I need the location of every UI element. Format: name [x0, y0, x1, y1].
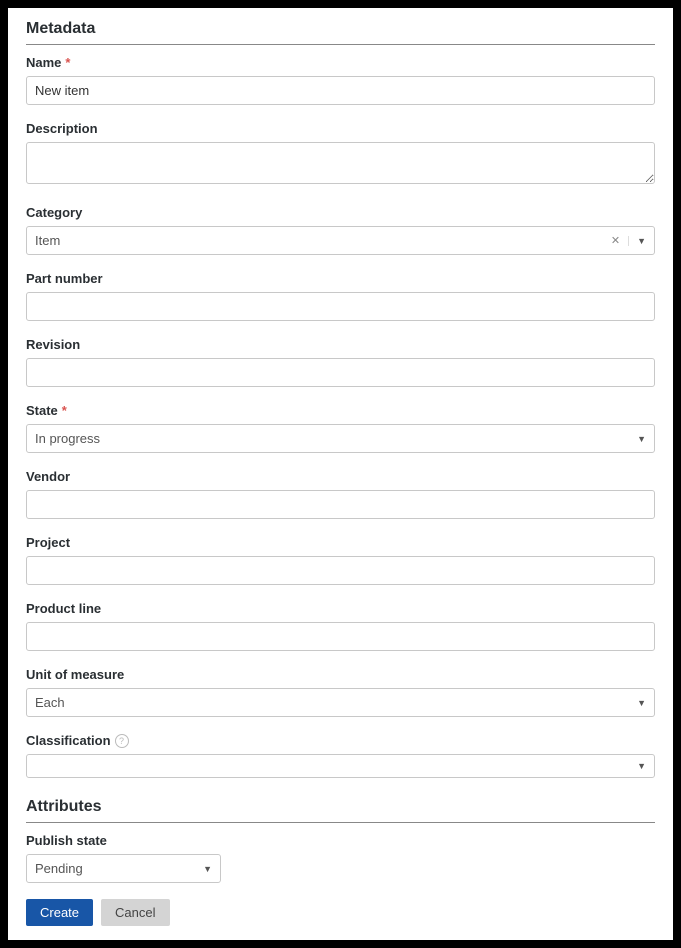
unit-of-measure-label: Unit of measure [26, 667, 655, 682]
description-input[interactable] [26, 142, 655, 184]
field-name: Name * [26, 55, 655, 105]
name-input[interactable] [26, 76, 655, 105]
revision-input[interactable] [26, 358, 655, 387]
category-select[interactable]: Item ✕ ▼ [26, 226, 655, 255]
help-icon[interactable]: ? [115, 734, 129, 748]
field-category: Category Item ✕ ▼ [26, 205, 655, 255]
required-marker: * [65, 55, 70, 70]
field-classification: Classification ? ▼ [26, 733, 655, 778]
attributes-section: Attributes Publish state Pending ▼ [26, 794, 655, 883]
classification-select[interactable]: ▼ [26, 754, 655, 778]
publish-state-value: Pending [35, 861, 197, 876]
chevron-down-icon: ▼ [631, 434, 646, 444]
part-number-label: Part number [26, 271, 655, 286]
revision-label-text: Revision [26, 337, 80, 352]
state-label: State * [26, 403, 655, 418]
state-value: In progress [35, 431, 631, 446]
part-number-input[interactable] [26, 292, 655, 321]
cancel-button[interactable]: Cancel [101, 899, 169, 926]
vendor-label-text: Vendor [26, 469, 70, 484]
field-product-line: Product line [26, 601, 655, 651]
publish-state-label: Publish state [26, 833, 655, 848]
field-state: State * In progress ▼ [26, 403, 655, 453]
name-label-text: Name [26, 55, 61, 70]
clear-icon[interactable]: ✕ [605, 234, 626, 247]
unit-of-measure-label-text: Unit of measure [26, 667, 124, 682]
product-line-label: Product line [26, 601, 655, 616]
field-unit-of-measure: Unit of measure Each ▼ [26, 667, 655, 717]
category-label-text: Category [26, 205, 82, 220]
create-button[interactable]: Create [26, 899, 93, 926]
required-marker: * [62, 403, 67, 418]
project-input[interactable] [26, 556, 655, 585]
field-vendor: Vendor [26, 469, 655, 519]
project-label-text: Project [26, 535, 70, 550]
classification-label-text: Classification [26, 733, 111, 748]
publish-state-select[interactable]: Pending ▼ [26, 854, 221, 883]
category-value: Item [35, 233, 605, 248]
description-label-text: Description [26, 121, 98, 136]
unit-of-measure-value: Each [35, 695, 631, 710]
chevron-down-icon: ▼ [631, 698, 646, 708]
field-publish-state: Publish state Pending ▼ [26, 833, 655, 883]
publish-state-label-text: Publish state [26, 833, 107, 848]
classification-label: Classification ? [26, 733, 655, 748]
name-label: Name * [26, 55, 655, 70]
field-part-number: Part number [26, 271, 655, 321]
vendor-input[interactable] [26, 490, 655, 519]
chevron-down-icon: ▼ [628, 236, 646, 246]
vendor-label: Vendor [26, 469, 655, 484]
chevron-down-icon: ▼ [197, 864, 212, 874]
revision-label: Revision [26, 337, 655, 352]
product-line-input[interactable] [26, 622, 655, 651]
form-container: Metadata Name * Description Category Ite… [8, 8, 673, 940]
field-revision: Revision [26, 337, 655, 387]
description-label: Description [26, 121, 655, 136]
metadata-section-header: Metadata [26, 16, 655, 45]
unit-of-measure-select[interactable]: Each ▼ [26, 688, 655, 717]
field-description: Description [26, 121, 655, 189]
state-select[interactable]: In progress ▼ [26, 424, 655, 453]
attributes-section-header: Attributes [26, 794, 655, 823]
category-label: Category [26, 205, 655, 220]
product-line-label-text: Product line [26, 601, 101, 616]
button-row: Create Cancel [26, 899, 655, 926]
part-number-label-text: Part number [26, 271, 103, 286]
field-project: Project [26, 535, 655, 585]
chevron-down-icon: ▼ [631, 761, 646, 771]
state-label-text: State [26, 403, 58, 418]
project-label: Project [26, 535, 655, 550]
